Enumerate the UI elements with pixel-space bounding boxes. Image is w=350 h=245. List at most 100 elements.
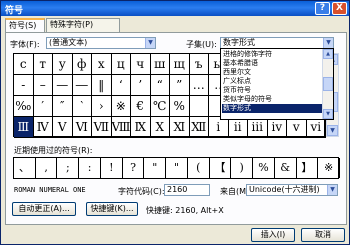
recent-symbol-cell[interactable]: "	[166, 158, 188, 178]
symbol-cell[interactable]: ф	[72, 54, 92, 75]
font-select-value: (普通文本)	[49, 38, 88, 47]
subset-option[interactable]: 广义标点	[222, 77, 322, 86]
symbol-cell[interactable]: Ⅻ	[189, 117, 209, 138]
recent-label: 近期使用过的符号(R):	[14, 146, 93, 155]
insert-button[interactable]: 插入(I)	[251, 228, 295, 242]
recent-symbol-cell[interactable]: (	[188, 158, 210, 178]
symbol-cell[interactable]: ⅴ	[287, 117, 307, 138]
symbol-cell[interactable]: ”	[170, 75, 190, 96]
tab-symbols[interactable]: 符号(S)	[5, 18, 45, 33]
recent-symbols-row: 、,;:!? " "(【)% &】 ※	[13, 157, 340, 179]
recent-symbol-cell[interactable]: ?	[123, 158, 145, 178]
symbol-cell[interactable]: Ⅷ	[111, 117, 131, 138]
shortcut-key-button[interactable]: 快捷键(K)...	[86, 202, 138, 216]
symbol-cell[interactable]: ч	[131, 54, 151, 75]
subset-dropdown-list: 进格的修饰字符 基本希腊语 西里尔文 广义标点 货币符号 类似字母的符号 数字形…	[220, 48, 334, 120]
chevron-down-icon[interactable]: ▼	[323, 38, 333, 48]
recent-symbol-cell[interactable]: :	[79, 158, 101, 178]
scroll-up-icon[interactable]: ▲	[323, 49, 333, 59]
recent-symbol-cell[interactable]: "	[144, 158, 167, 178]
symbol-cell[interactable]: “	[150, 75, 170, 96]
recent-symbol-cell[interactable]: &	[275, 158, 297, 178]
symbol-cell[interactable]: ц	[111, 54, 131, 75]
symbol-cell[interactable]: ⅱ	[228, 117, 248, 138]
symbol-cell[interactable]: ⅲ	[248, 117, 268, 138]
symbol-cell[interactable]: ‖	[92, 75, 112, 96]
title-bar[interactable]: 符号 ? X	[1, 1, 349, 16]
font-select[interactable]: (普通文本) ▼	[46, 37, 156, 49]
recent-symbol-cell[interactable]: 【	[210, 158, 232, 178]
autocorrect-button[interactable]: 自动更正(A)...	[12, 202, 76, 216]
dropdown-scrollbar[interactable]: ▲ ▼	[322, 49, 333, 119]
recent-symbol-cell[interactable]: 、	[14, 158, 36, 178]
subset-option[interactable]: 货币符号	[222, 86, 322, 95]
symbol-cell[interactable]: Ⅳ	[33, 117, 53, 138]
symbol-cell[interactable]: х	[92, 54, 112, 75]
symbol-cell[interactable]: €	[131, 96, 151, 117]
window-title: 符号	[5, 6, 24, 16]
symbol-cell[interactable]: Ⅴ	[53, 117, 73, 138]
symbol-cell[interactable]: ※	[111, 96, 131, 117]
scroll-down-icon[interactable]: ▼	[327, 125, 338, 136]
char-code-input[interactable]: 2160	[164, 184, 210, 196]
symbol-cell[interactable]: у	[53, 54, 73, 75]
recent-symbol-cell[interactable]: 】	[297, 158, 319, 178]
symbol-cell[interactable]: ″	[53, 96, 73, 117]
subset-option[interactable]: 基本希腊语	[222, 59, 322, 68]
symbol-cell[interactable]: —	[53, 75, 73, 96]
symbol-cell[interactable]: Ⅸ	[131, 117, 151, 138]
symbol-cell[interactable]: Ⅲ	[14, 117, 34, 138]
from-select[interactable]: Unicode(十六进制) ▼	[246, 184, 338, 196]
subset-select-value: 数字形式	[223, 38, 255, 47]
symbol-cell[interactable]: ‵	[72, 96, 92, 117]
help-button[interactable]: ?	[315, 2, 330, 15]
symbol-cell[interactable]: с	[14, 54, 34, 75]
symbol-cell[interactable]: щ	[170, 54, 190, 75]
symbol-cell[interactable]: Ⅵ	[72, 117, 92, 138]
recent-symbol-cell[interactable]: ,	[36, 158, 58, 178]
scroll-thumb[interactable]	[323, 77, 333, 91]
symbol-cell[interactable]: ―	[72, 75, 92, 96]
symbol-cell[interactable]: –	[33, 75, 53, 96]
subset-option[interactable]: 进格的修饰字符	[222, 50, 322, 59]
symbol-cell[interactable]: Ⅹ	[150, 117, 170, 138]
symbol-cell[interactable]: ъ	[189, 54, 209, 75]
cancel-button[interactable]: 取消	[301, 228, 345, 242]
symbol-cell[interactable]: ›	[92, 96, 112, 117]
symbol-cell[interactable]: %	[170, 96, 190, 117]
symbol-cell[interactable]: ‰	[14, 96, 34, 117]
tab-special-characters[interactable]: 特殊字符(P)	[46, 18, 120, 32]
char-code-label: 字符代码(C):	[118, 187, 165, 196]
symbol-cell[interactable]: ‘	[111, 75, 131, 96]
symbol-cell[interactable]: ℃	[150, 96, 170, 117]
font-label: 字体(F):	[10, 40, 40, 49]
symbol-cell[interactable]: ′	[33, 96, 53, 117]
recent-symbol-cell[interactable]: ;	[57, 158, 80, 178]
recent-symbol-cell[interactable]: ※	[318, 158, 340, 178]
shortcut-info: 快捷键: 2160, Alt+X	[146, 206, 224, 215]
symbol-cell[interactable]: …	[189, 75, 209, 96]
subset-label: 子集(U):	[186, 40, 217, 49]
chevron-down-icon[interactable]: ▼	[327, 185, 337, 195]
symbol-cell[interactable]: ш	[150, 54, 170, 75]
recent-symbol-cell[interactable]: !	[101, 158, 123, 178]
symbol-cell[interactable]	[189, 96, 209, 117]
chevron-down-icon[interactable]: ▼	[145, 38, 155, 48]
symbol-cell[interactable]: Ⅶ	[92, 117, 112, 138]
symbol-cell[interactable]: ⅳ	[267, 117, 287, 138]
symbol-cell[interactable]: ‐	[14, 75, 34, 96]
character-name: ROMAN NUMERAL ONE	[14, 186, 86, 194]
symbol-cell[interactable]: ’	[131, 75, 151, 96]
recent-symbol-cell[interactable]: %	[253, 158, 275, 178]
symbol-cell[interactable]: ⅰ	[209, 117, 229, 138]
subset-option-selected[interactable]: 数字形式	[222, 104, 322, 113]
subset-option[interactable]: 西里尔文	[222, 68, 322, 77]
symbol-dialog: 符号 ? X 符号(S) 特殊字符(P) 字体(F): (普通文本) ▼ 子集(…	[0, 0, 350, 245]
symbol-cell[interactable]: ⅵ	[306, 117, 326, 138]
recent-symbol-cell[interactable]: )	[231, 158, 254, 178]
symbol-cell[interactable]: т	[33, 54, 53, 75]
close-button[interactable]: X	[332, 2, 347, 15]
symbol-cell[interactable]: Ⅺ	[170, 117, 190, 138]
subset-option[interactable]: 类似字母的符号	[222, 95, 322, 104]
scroll-down-icon[interactable]: ▼	[323, 109, 333, 119]
